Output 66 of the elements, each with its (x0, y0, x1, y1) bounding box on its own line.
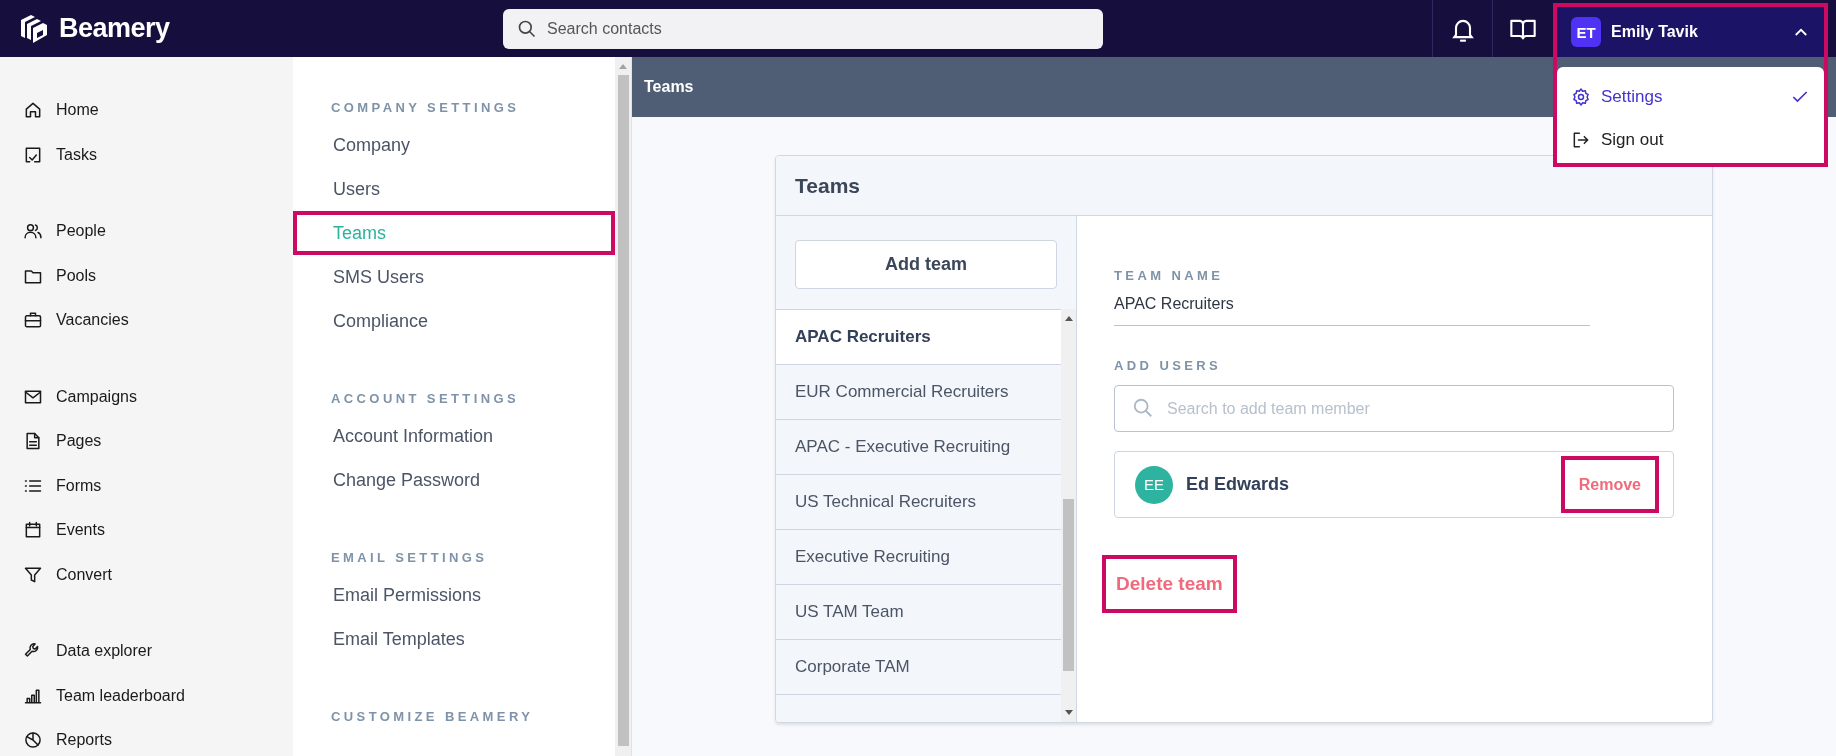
sidebar-item[interactable]: Reports (0, 718, 293, 756)
settings-link[interactable]: Compliance (293, 299, 615, 343)
scroll-down-icon[interactable] (1064, 710, 1073, 716)
card-title: Teams (795, 173, 860, 198)
sidebar-item-label: Team leaderboard (56, 686, 185, 705)
sidebar-item[interactable]: Home (0, 88, 293, 133)
user-search-field[interactable]: Search to add team member (1114, 385, 1674, 432)
settings-icon (1571, 86, 1591, 107)
sidebar-item[interactable]: Campaigns (0, 374, 293, 419)
menu-item[interactable]: Sign out (1557, 118, 1824, 161)
settings-link[interactable]: Email Templates (293, 617, 615, 661)
member-avatar: EE (1135, 465, 1173, 504)
menu-item-label: Settings (1601, 86, 1663, 107)
settings-link[interactable]: Company (293, 123, 615, 167)
logo-text: Beamery (59, 13, 170, 44)
settings-link[interactable]: Users (293, 167, 615, 211)
user-menu-button[interactable]: ET Emily Tavik (1557, 7, 1824, 57)
sidebar-item[interactable]: Pools (0, 253, 293, 298)
sidebar-item-label: Events (56, 521, 105, 540)
sidebar-item-label: Data explorer (56, 642, 153, 661)
sidebar-item[interactable]: Team leaderboard (0, 673, 293, 718)
sidebar-item-label: Vacancies (56, 311, 129, 330)
sidebar-item-label: Campaigns (56, 387, 137, 406)
sidebar-item-label: Pages (56, 432, 102, 451)
page-title: Teams (644, 78, 694, 96)
sidebar-item[interactable]: People (0, 209, 293, 254)
user-name: Emily Tavik (1611, 23, 1698, 41)
scrollbar[interactable] (615, 57, 631, 756)
scroll-up-icon[interactable] (1064, 315, 1073, 321)
sidebar-item[interactable]: Forms (0, 463, 293, 508)
field-label: ADD USERS (1114, 358, 1223, 373)
section-heading: ACCOUNT SETTINGS (331, 391, 520, 406)
pie-chart-icon (23, 730, 43, 751)
sidebar-item-label: People (56, 222, 106, 241)
team-name-field[interactable]: APAC Recruiters (1114, 295, 1590, 326)
add-team-button[interactable]: Add team (795, 240, 1057, 289)
section-heading: EMAIL SETTINGS (331, 550, 489, 565)
settings-link[interactable]: Email Permissions (293, 573, 615, 617)
settings-link[interactable]: SMS Users (293, 255, 615, 299)
sidebar-item[interactable]: Convert (0, 552, 293, 597)
sidebar-item[interactable]: Pages (0, 419, 293, 464)
sidebar-item-label: Reports (56, 731, 113, 750)
field-label: TEAM NAME (1114, 268, 1225, 283)
member-name: Ed Edwards (1186, 474, 1290, 495)
section-heading: CUSTOMIZE BEAMERY (331, 709, 535, 724)
menu-item-label: Sign out (1601, 129, 1664, 150)
sidebar-item-label: Pools (56, 266, 97, 285)
menu-item[interactable]: Settings (1557, 75, 1824, 118)
sidebar-item[interactable]: Events (0, 508, 293, 553)
sidebar-item-label: Convert (56, 565, 113, 584)
document-icon (23, 431, 43, 452)
sidebar-item-label: Tasks (56, 145, 97, 164)
scrollbar[interactable] (1061, 309, 1076, 722)
sidebar-item-label: Forms (56, 476, 102, 495)
search-icon (1132, 397, 1154, 419)
search-icon (517, 18, 537, 39)
settings-link[interactable]: Account Information (293, 414, 615, 458)
settings-link[interactable]: Change Password (293, 458, 615, 502)
section-heading: COMPANY SETTINGS (331, 100, 521, 115)
search-field[interactable]: Search contacts (503, 8, 1103, 49)
team-list-item[interactable]: APAC Recruiters (776, 310, 1061, 365)
user-avatar: ET (1571, 17, 1601, 47)
sidebar-item[interactable]: Tasks (0, 132, 293, 177)
sidebar-item[interactable]: Vacancies (0, 298, 293, 343)
sidebar-item-label: Home (56, 101, 99, 120)
sidebar-item[interactable]: Data explorer (0, 629, 293, 674)
